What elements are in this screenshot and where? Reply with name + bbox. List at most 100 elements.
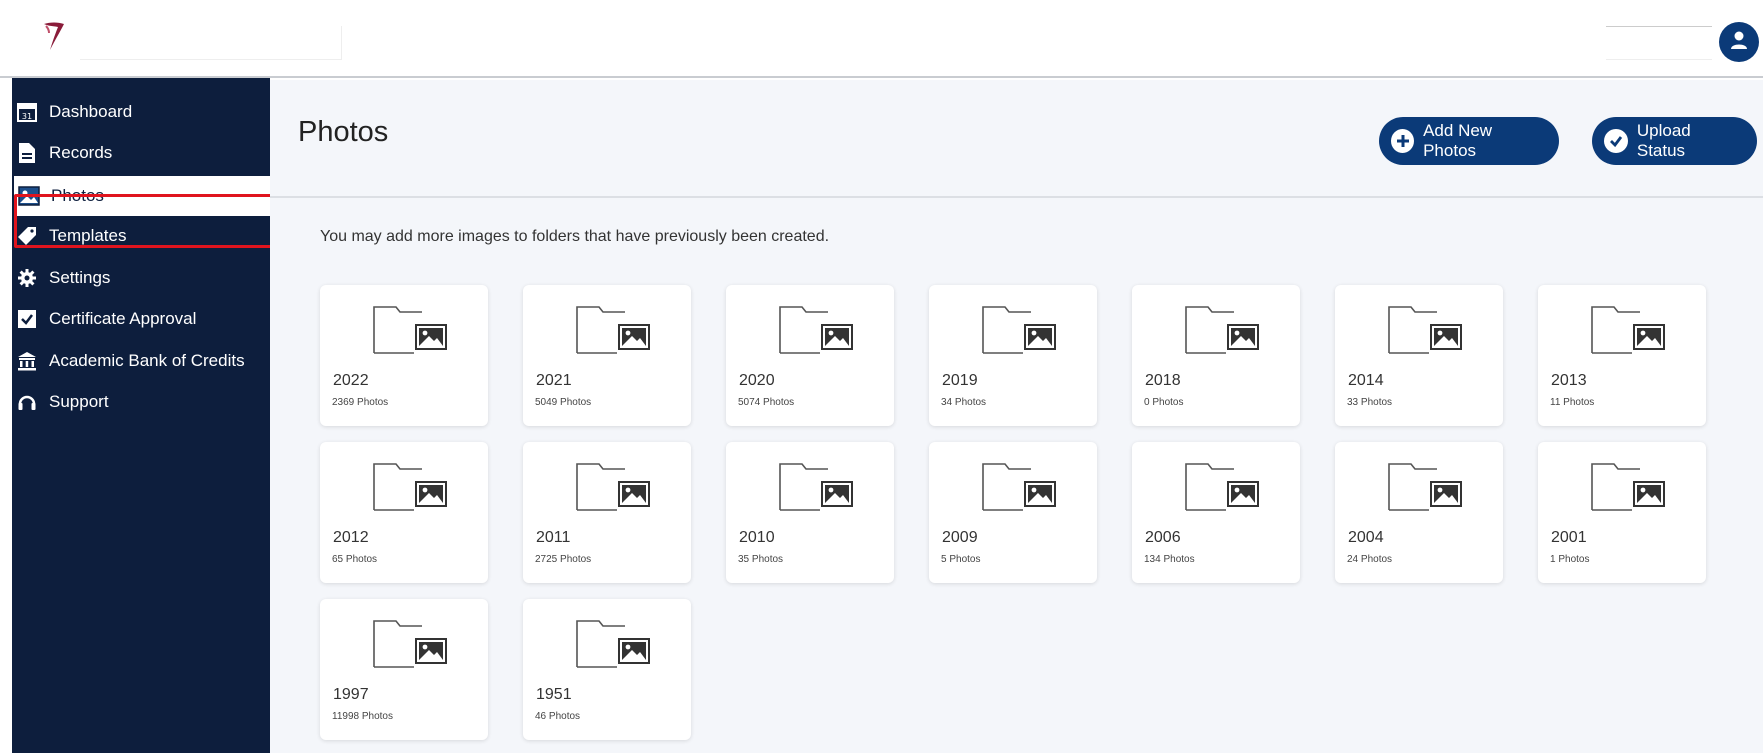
sidebar-item-label: Photos	[51, 186, 104, 205]
folder-card[interactable]: 2020 5074 Photos	[726, 285, 894, 426]
folder-name: 1951	[536, 686, 572, 703]
info-message: You may add more images to folders that …	[320, 228, 830, 245]
folder-photo-count: 65 Photos	[332, 554, 378, 565]
folder-card[interactable]: 2018 0 Photos	[1132, 285, 1300, 426]
user-icon	[1730, 30, 1748, 55]
folder-name: 2013	[1551, 372, 1587, 389]
folder-name: 2022	[333, 372, 369, 389]
folder-card[interactable]: 2021 5049 Photos	[523, 285, 691, 426]
sidebar-item-label: Academic Bank of Credits	[49, 351, 245, 370]
folder-photo-count: 2369 Photos	[332, 397, 389, 408]
folder-photo-count: 33 Photos	[1347, 397, 1393, 408]
sidebar: 31 Dashboard Records Photos Templates Se…	[12, 78, 270, 753]
folder-image-icon	[1590, 460, 1668, 512]
folder-photo-count: 134 Photos	[1144, 554, 1195, 565]
folder-name: 2018	[1145, 372, 1181, 389]
folder-card[interactable]: 2012 65 Photos	[320, 442, 488, 583]
folder-photo-count: 11998 Photos	[332, 711, 393, 722]
sidebar-item-certificate-approval[interactable]: Certificate Approval	[12, 299, 270, 339]
folder-photo-count: 5049 Photos	[535, 397, 592, 408]
checkbox-icon	[16, 308, 38, 330]
folder-photo-count: 46 Photos	[535, 711, 581, 722]
folder-name: 2014	[1348, 372, 1384, 389]
folder-card[interactable]: 2004 24 Photos	[1335, 442, 1503, 583]
folder-image-icon	[1387, 460, 1465, 512]
sidebar-item-support[interactable]: Support	[12, 382, 270, 422]
folder-card[interactable]: 2011 2725 Photos	[523, 442, 691, 583]
folder-photo-count: 11 Photos	[1550, 397, 1595, 408]
folder-image-icon	[372, 460, 450, 512]
folder-card[interactable]: 2013 11 Photos	[1538, 285, 1706, 426]
sidebar-item-templates[interactable]: Templates	[12, 216, 270, 256]
brand-logo-icon[interactable]	[40, 18, 70, 54]
sidebar-item-settings[interactable]: Settings	[12, 258, 270, 298]
add-new-photos-label: Add New Photos	[1423, 121, 1493, 160]
folder-name: 2010	[739, 529, 775, 546]
folder-image-icon	[575, 303, 653, 355]
image-icon	[18, 185, 40, 207]
folder-card[interactable]: 2009 5 Photos	[929, 442, 1097, 583]
folder-image-icon	[1184, 460, 1262, 512]
folder-name: 2006	[1145, 529, 1181, 546]
folder-image-icon	[575, 460, 653, 512]
folder-image-icon	[1590, 303, 1668, 355]
folder-photo-count: 5 Photos	[941, 554, 981, 565]
folder-card[interactable]: 2014 33 Photos	[1335, 285, 1503, 426]
top-bar	[0, 0, 1763, 78]
sidebar-item-records[interactable]: Records	[12, 133, 270, 173]
check-circle-icon	[1604, 129, 1628, 153]
user-name-area	[1606, 26, 1712, 60]
folder-image-icon	[1387, 303, 1465, 355]
upload-status-label: Upload Status	[1636, 121, 1691, 160]
main-content: Photos Add New Photos Upload Status You …	[270, 80, 1763, 753]
page-title: Photos	[298, 116, 389, 148]
folder-name: 2012	[333, 529, 369, 546]
folder-card[interactable]: 2019 34 Photos	[929, 285, 1097, 426]
folder-photo-count: 0 Photos	[1144, 397, 1184, 408]
sidebar-item-label: Certificate Approval	[49, 309, 197, 328]
folder-name: 2004	[1348, 529, 1384, 546]
folder-card[interactable]: 1997 11998 Photos	[320, 599, 488, 740]
bank-icon	[16, 350, 38, 372]
sidebar-item-label: Dashboard	[49, 102, 133, 121]
sidebar-item-academic-bank-of-credits[interactable]: Academic Bank of Credits	[12, 341, 270, 381]
upload-status-button[interactable]: Upload Status	[1592, 117, 1757, 165]
svg-text:31: 31	[22, 112, 32, 121]
folder-name: 2011	[536, 529, 571, 546]
sidebar-item-photos[interactable]: Photos	[14, 176, 270, 216]
sidebar-item-label: Support	[49, 392, 109, 411]
folder-image-icon	[778, 460, 856, 512]
add-new-photos-button[interactable]: Add New Photos	[1379, 117, 1559, 165]
folder-photo-count: 2725 Photos	[535, 554, 592, 565]
folder-image-icon	[575, 617, 653, 669]
folder-image-icon	[981, 303, 1059, 355]
document-icon	[16, 142, 38, 164]
folder-card[interactable]: 2010 35 Photos	[726, 442, 894, 583]
plus-circle-icon	[1391, 129, 1415, 153]
calendar-icon: 31	[16, 101, 38, 123]
user-avatar-button[interactable]	[1719, 22, 1759, 62]
folder-name: 2009	[942, 529, 978, 546]
sidebar-item-label: Templates	[49, 226, 127, 245]
folder-photo-count: 35 Photos	[738, 554, 784, 565]
tag-icon	[16, 225, 38, 247]
sidebar-item-label: Settings	[49, 268, 111, 287]
folder-image-icon	[1184, 303, 1262, 355]
gear-icon	[16, 267, 38, 289]
folder-card[interactable]: 2022 2369 Photos	[320, 285, 488, 426]
folder-photo-count: 34 Photos	[941, 397, 987, 408]
folder-name: 2001	[1551, 529, 1587, 546]
folder-card[interactable]: 2006 134 Photos	[1132, 442, 1300, 583]
headset-icon	[16, 391, 38, 413]
folder-photo-count: 24 Photos	[1347, 554, 1393, 565]
sidebar-item-dashboard[interactable]: 31 Dashboard	[12, 92, 270, 132]
folder-card[interactable]: 1951 46 Photos	[523, 599, 691, 740]
folder-name: 1997	[333, 686, 369, 703]
sidebar-item-label: Records	[49, 143, 113, 162]
folder-name: 2020	[739, 372, 775, 389]
folder-name: 2019	[942, 372, 978, 389]
folder-card[interactable]: 2001 1 Photos	[1538, 442, 1706, 583]
folder-image-icon	[372, 617, 450, 669]
folder-image-icon	[981, 460, 1059, 512]
folder-photo-count: 1 Photos	[1550, 554, 1590, 565]
